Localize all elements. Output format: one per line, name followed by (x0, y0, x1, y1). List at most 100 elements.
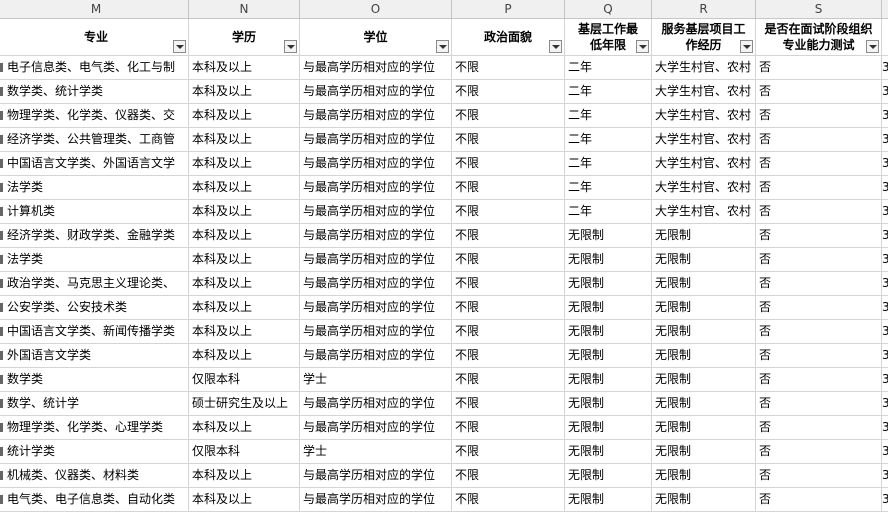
cell-professional-test[interactable]: 否 (756, 464, 882, 487)
cell-grassroots-service[interactable]: 无限制 (652, 368, 756, 391)
cell-major[interactable]: 中国语言文学类、外国语言文学 (4, 152, 189, 175)
cell-professional-test[interactable]: 否 (756, 392, 882, 415)
cell-min-grassroots-years[interactable]: 无限制 (565, 248, 652, 271)
column-letter-n[interactable]: N (189, 0, 300, 18)
cell-professional-test[interactable]: 否 (756, 320, 882, 343)
cell-professional-test[interactable]: 否 (756, 104, 882, 127)
cell-next-column[interactable]: 3 (882, 272, 888, 295)
cell-major[interactable]: 法学类 (4, 248, 189, 271)
cell-political-status[interactable]: 不限 (452, 488, 565, 511)
column-letter-o[interactable]: O (300, 0, 452, 18)
cell-political-status[interactable]: 不限 (452, 56, 565, 79)
cell-min-grassroots-years[interactable]: 二年 (565, 56, 652, 79)
cell-education[interactable]: 本科及以上 (189, 248, 300, 271)
cell-professional-test[interactable]: 否 (756, 248, 882, 271)
cell-political-status[interactable]: 不限 (452, 344, 565, 367)
cell-min-grassroots-years[interactable]: 无限制 (565, 464, 652, 487)
cell-professional-test[interactable]: 否 (756, 272, 882, 295)
cell-min-grassroots-years[interactable]: 二年 (565, 128, 652, 151)
cell-major[interactable]: 数学、统计学 (4, 392, 189, 415)
cell-major[interactable]: 法学类 (4, 176, 189, 199)
cell-major[interactable]: 数学类、统计学类 (4, 80, 189, 103)
cell-min-grassroots-years[interactable]: 二年 (565, 176, 652, 199)
cell-next-column[interactable]: 3 (882, 224, 888, 247)
cell-min-grassroots-years[interactable]: 无限制 (565, 440, 652, 463)
cell-min-grassroots-years[interactable]: 无限制 (565, 320, 652, 343)
cell-next-column[interactable]: 3 (882, 200, 888, 223)
cell-next-column[interactable]: 3 (882, 416, 888, 439)
cell-degree[interactable]: 与最高学历相对应的学位 (300, 416, 452, 439)
cell-education[interactable]: 本科及以上 (189, 128, 300, 151)
cell-political-status[interactable]: 不限 (452, 272, 565, 295)
cell-degree[interactable]: 与最高学历相对应的学位 (300, 272, 452, 295)
cell-major[interactable]: 经济学类、财政学类、金融学类 (4, 224, 189, 247)
cell-degree[interactable]: 与最高学历相对应的学位 (300, 464, 452, 487)
cell-major[interactable]: 物理学类、化学类、仪器类、交 (4, 104, 189, 127)
cell-min-grassroots-years[interactable]: 二年 (565, 152, 652, 175)
column-letter-p[interactable]: P (452, 0, 565, 18)
cell-education[interactable]: 本科及以上 (189, 152, 300, 175)
cell-professional-test[interactable]: 否 (756, 56, 882, 79)
cell-education[interactable]: 本科及以上 (189, 80, 300, 103)
cell-political-status[interactable]: 不限 (452, 152, 565, 175)
cell-next-column[interactable]: 3 (882, 392, 888, 415)
cell-professional-test[interactable]: 否 (756, 368, 882, 391)
cell-education[interactable]: 本科及以上 (189, 104, 300, 127)
cell-degree[interactable]: 与最高学历相对应的学位 (300, 152, 452, 175)
cell-major[interactable]: 数学类 (4, 368, 189, 391)
column-letter-q[interactable]: Q (565, 0, 652, 18)
filter-dropdown-icon[interactable] (284, 40, 297, 53)
cell-major[interactable]: 电气类、电子信息类、自动化类 (4, 488, 189, 511)
cell-education[interactable]: 本科及以上 (189, 488, 300, 511)
cell-education[interactable]: 本科及以上 (189, 296, 300, 319)
cell-political-status[interactable]: 不限 (452, 392, 565, 415)
cell-major[interactable]: 电子信息类、电气类、化工与制 (4, 56, 189, 79)
cell-min-grassroots-years[interactable]: 二年 (565, 104, 652, 127)
cell-min-grassroots-years[interactable]: 二年 (565, 80, 652, 103)
filter-dropdown-icon[interactable] (549, 40, 562, 53)
cell-professional-test[interactable]: 否 (756, 296, 882, 319)
cell-political-status[interactable]: 不限 (452, 224, 565, 247)
cell-next-column[interactable]: 3 (882, 320, 888, 343)
cell-major[interactable]: 统计学类 (4, 440, 189, 463)
cell-political-status[interactable]: 不限 (452, 80, 565, 103)
cell-degree[interactable]: 与最高学历相对应的学位 (300, 224, 452, 247)
cell-professional-test[interactable]: 否 (756, 80, 882, 103)
cell-professional-test[interactable]: 否 (756, 176, 882, 199)
column-letter-r[interactable]: R (652, 0, 756, 18)
cell-degree[interactable]: 学士 (300, 368, 452, 391)
cell-political-status[interactable]: 不限 (452, 128, 565, 151)
cell-political-status[interactable]: 不限 (452, 320, 565, 343)
cell-grassroots-service[interactable]: 无限制 (652, 344, 756, 367)
cell-grassroots-service[interactable]: 无限制 (652, 392, 756, 415)
cell-political-status[interactable]: 不限 (452, 296, 565, 319)
column-letter-s[interactable]: S (756, 0, 882, 18)
cell-education[interactable]: 硕士研究生及以上 (189, 392, 300, 415)
cell-grassroots-service[interactable]: 无限制 (652, 464, 756, 487)
cell-next-column[interactable]: 3 (882, 152, 888, 175)
cell-professional-test[interactable]: 否 (756, 200, 882, 223)
cell-min-grassroots-years[interactable]: 无限制 (565, 368, 652, 391)
cell-degree[interactable]: 与最高学历相对应的学位 (300, 392, 452, 415)
cell-next-column[interactable]: 3 (882, 128, 888, 151)
cell-professional-test[interactable]: 否 (756, 416, 882, 439)
cell-min-grassroots-years[interactable]: 无限制 (565, 416, 652, 439)
cell-next-column[interactable]: 3 (882, 296, 888, 319)
cell-grassroots-service[interactable]: 无限制 (652, 224, 756, 247)
cell-education[interactable]: 本科及以上 (189, 200, 300, 223)
cell-degree[interactable]: 与最高学历相对应的学位 (300, 176, 452, 199)
cell-degree[interactable]: 与最高学历相对应的学位 (300, 488, 452, 511)
cell-degree[interactable]: 与最高学历相对应的学位 (300, 296, 452, 319)
cell-min-grassroots-years[interactable]: 无限制 (565, 272, 652, 295)
column-letter-m[interactable]: M (4, 0, 189, 18)
cell-degree[interactable]: 与最高学历相对应的学位 (300, 128, 452, 151)
filter-dropdown-icon[interactable] (173, 40, 186, 53)
cell-grassroots-service[interactable]: 无限制 (652, 320, 756, 343)
cell-min-grassroots-years[interactable]: 无限制 (565, 344, 652, 367)
cell-professional-test[interactable]: 否 (756, 440, 882, 463)
filter-dropdown-icon[interactable] (436, 40, 449, 53)
cell-professional-test[interactable]: 否 (756, 224, 882, 247)
cell-political-status[interactable]: 不限 (452, 368, 565, 391)
cell-grassroots-service[interactable]: 大学生村官、农村 (652, 200, 756, 223)
cell-degree[interactable]: 与最高学历相对应的学位 (300, 80, 452, 103)
